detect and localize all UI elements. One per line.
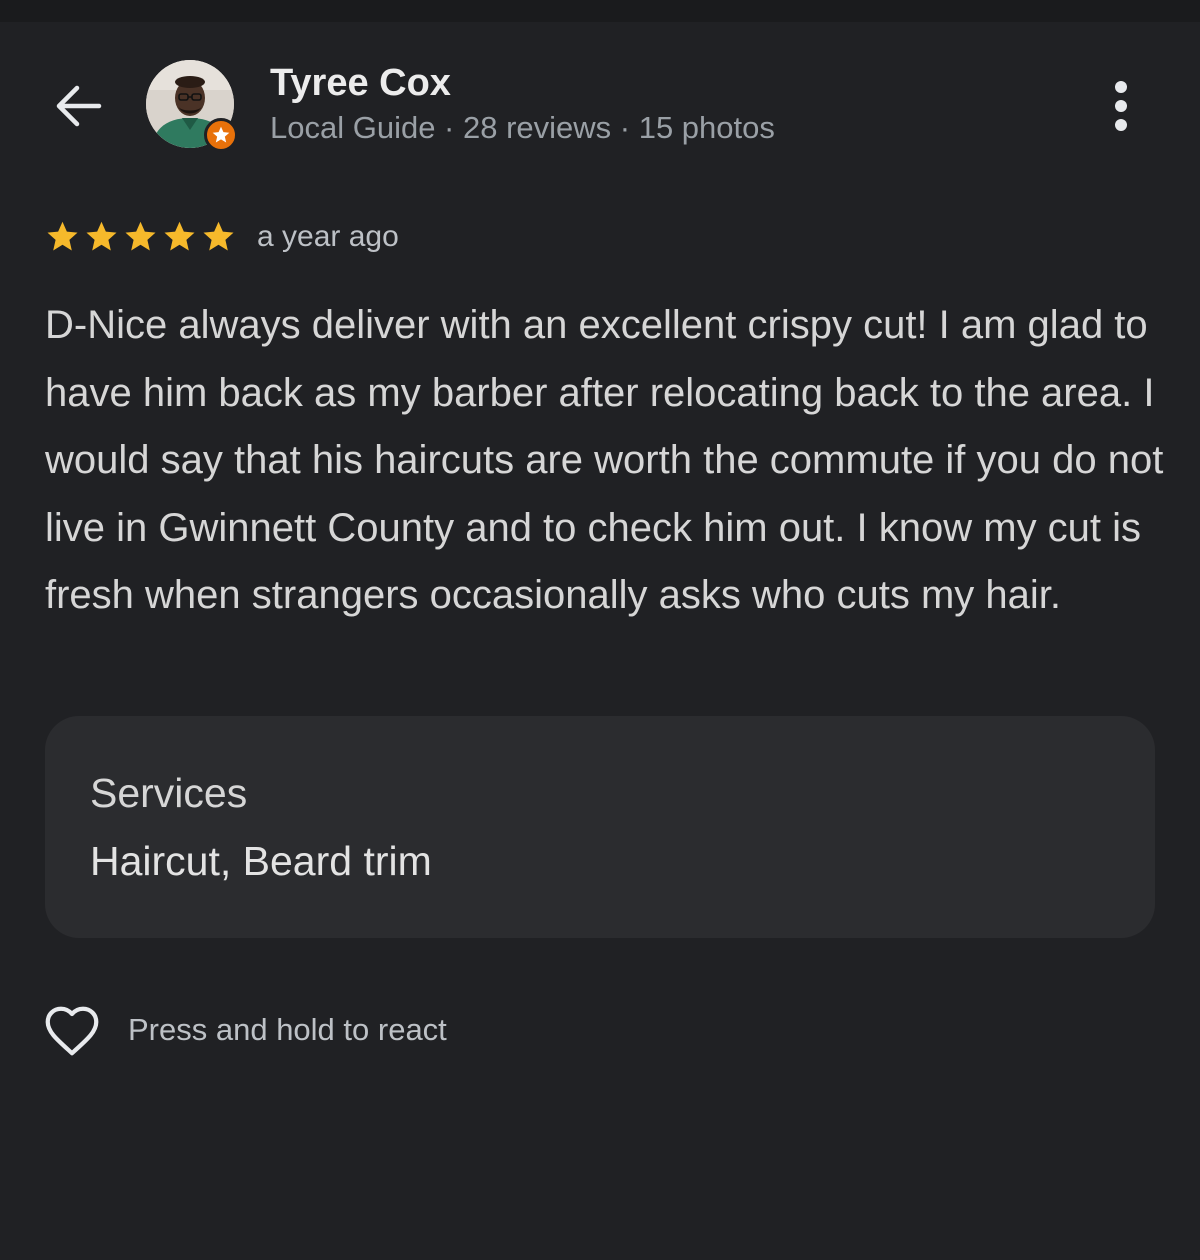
arrow-left-icon (56, 85, 102, 127)
back-button[interactable] (48, 78, 108, 134)
review-body: D-Nice always deliver with an excellent … (45, 303, 1164, 617)
local-guide-badge (204, 118, 238, 152)
star-icon (203, 221, 234, 251)
reviewer-meta: Local Guide · 28 reviews · 15 photos (270, 110, 775, 145)
reviewer-header: Tyree Cox Local Guide · 28 reviews · 15 … (0, 60, 1200, 152)
react-label: Press and hold to react (128, 1012, 447, 1047)
top-edge (0, 0, 1200, 22)
more-vertical-icon (1115, 81, 1127, 93)
more-vertical-icon-dot (1115, 100, 1127, 112)
heart-outline-icon (45, 1006, 99, 1056)
star-icon (86, 221, 117, 251)
react-button[interactable]: Press and hold to react (42, 1000, 447, 1060)
reviewer-name[interactable]: Tyree Cox (270, 62, 451, 105)
more-options-button[interactable] (1096, 76, 1146, 136)
star-icon (125, 221, 156, 251)
services-title: Services (90, 770, 248, 816)
star-rating (44, 219, 237, 255)
local-guide-star-icon (212, 126, 230, 143)
star-icon (164, 221, 195, 251)
services-card: Services Haircut, Beard trim (45, 716, 1155, 938)
more-vertical-icon-dot (1115, 119, 1127, 131)
rating-row: a year ago (44, 214, 399, 260)
reviewer-avatar[interactable] (146, 60, 238, 152)
review-timestamp: a year ago (257, 220, 399, 253)
star-icon (47, 221, 78, 251)
services-value: Haircut, Beard trim (90, 838, 432, 884)
